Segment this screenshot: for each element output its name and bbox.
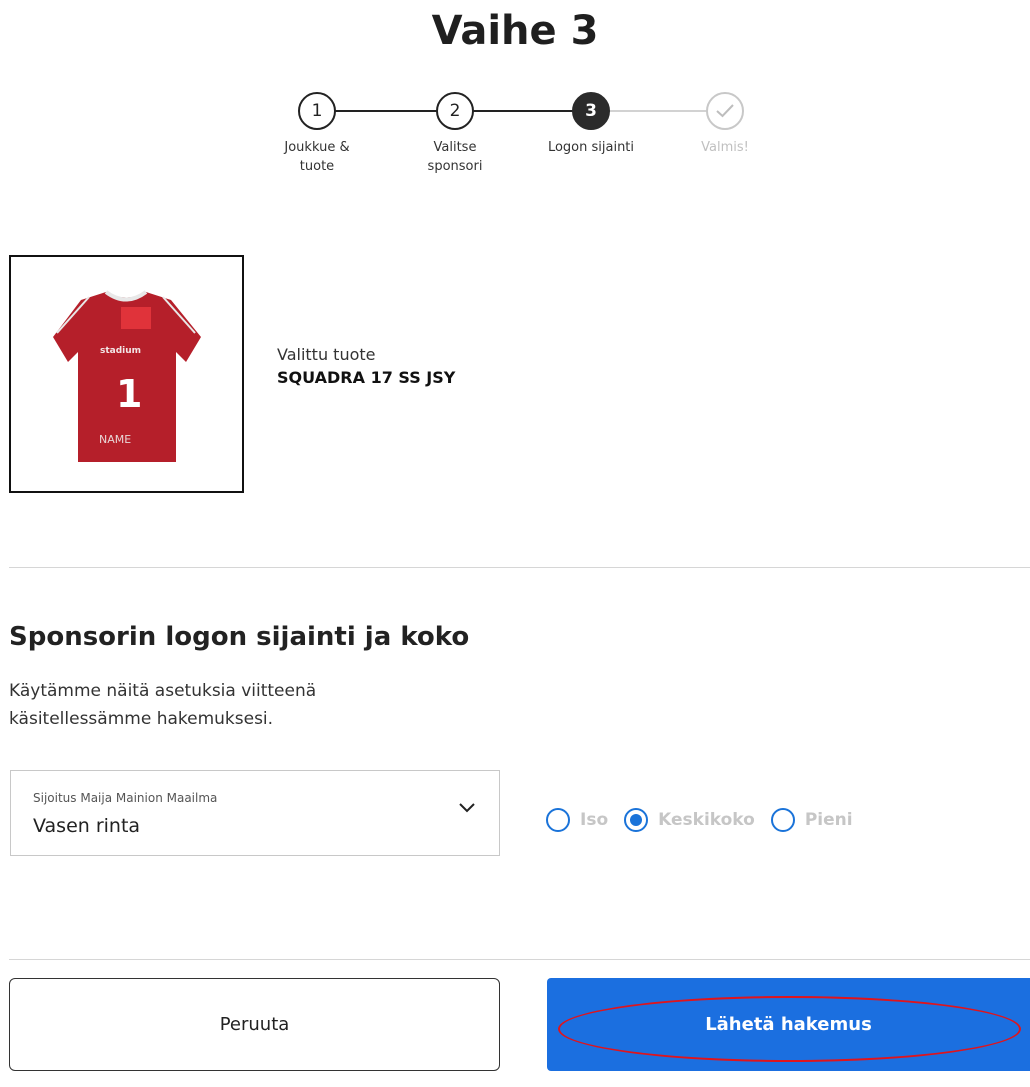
step-3-current: 3 Logon sijainti (536, 92, 646, 157)
logo-placement-marker (121, 307, 151, 329)
product-caption: Valittu tuote (277, 345, 376, 364)
product-info: Valittu tuote SQUADRA 17 SS JSY (277, 345, 455, 387)
step-label: Valitse sponsori (427, 140, 483, 174)
radio-label: Keskikoko (658, 810, 755, 830)
section-description: Käytämme näitä asetuksia viitteenä käsit… (9, 681, 317, 729)
progress-stepper: 1 Joukkue & tuote 2 Valitse sponsori 3 L… (0, 92, 1030, 202)
divider (9, 959, 1030, 960)
jersey-image: stadium 1 NAME (53, 290, 201, 462)
checkmark-icon (706, 92, 744, 130)
step-2: 2 Valitse sponsori (400, 92, 510, 176)
section-title: Sponsorin logon sijainti ja koko (9, 622, 470, 652)
product-image-frame: stadium 1 NAME (9, 255, 244, 493)
radio-label: Pieni (804, 810, 853, 830)
step-number: 2 (436, 92, 474, 130)
radio-size-small[interactable]: Pieni (770, 808, 853, 832)
radio-size-large[interactable]: Iso (546, 808, 608, 832)
radio-button[interactable] (770, 808, 795, 832)
svg-text:stadium: stadium (100, 346, 141, 356)
divider (9, 567, 1030, 568)
logo-placement-select[interactable]: Sijoitus Maija Mainion Maailma Vasen rin… (10, 770, 500, 856)
submit-application-button[interactable]: Lähetä hakemus (547, 978, 1030, 1071)
step-number: 3 (572, 92, 610, 130)
radio-button[interactable] (546, 808, 570, 832)
select-value: Vasen rinta (33, 815, 141, 837)
page-title: Vaihe 3 (431, 8, 599, 54)
step-label: Valmis! (701, 140, 749, 155)
step-1: 1 Joukkue & tuote (262, 92, 372, 176)
product-name: SQUADRA 17 SS JSY (277, 368, 456, 387)
chevron-down-icon (459, 803, 475, 813)
step-label: Joukkue & tuote (284, 140, 350, 174)
radio-button-selected[interactable] (624, 808, 649, 832)
radio-size-medium[interactable]: Keskikoko (624, 808, 755, 832)
svg-text:1: 1 (116, 372, 142, 416)
logo-size-radio-group: Iso Keskikoko Pieni (546, 808, 869, 832)
cancel-button[interactable]: Peruuta (9, 978, 500, 1071)
select-label: Sijoitus Maija Mainion Maailma (33, 791, 218, 805)
radio-label: Iso (580, 810, 609, 830)
step-4-done: Valmis! (670, 92, 780, 157)
step-label: Logon sijainti (547, 140, 635, 155)
svg-text:NAME: NAME (99, 433, 131, 446)
step-number: 1 (298, 92, 336, 130)
